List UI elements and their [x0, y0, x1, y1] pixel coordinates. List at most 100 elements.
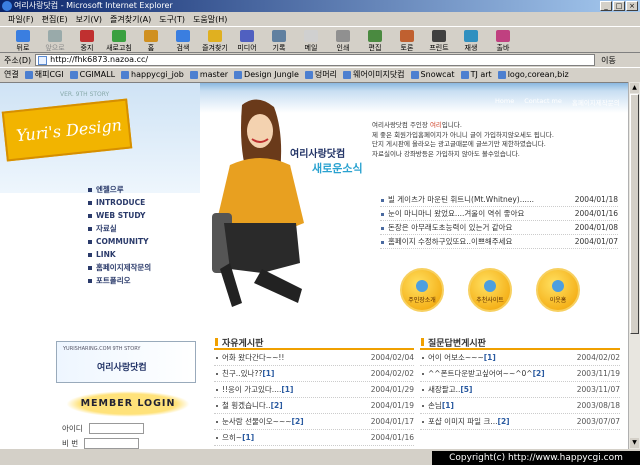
play-icon	[464, 29, 478, 42]
circle-button-0[interactable]: 주인장소개	[400, 268, 444, 312]
menu-help[interactable]: 도움말(H)	[193, 14, 227, 25]
toolbar-button-9[interactable]: 메일	[296, 27, 326, 53]
toolbar-button-1[interactable]: 앞으로	[40, 27, 70, 53]
address-input[interactable]: http://fhk6873.nazoa.cc/	[35, 54, 596, 66]
toolbar-button-label: 토론	[400, 43, 414, 52]
top-link-request[interactable]: 홈페이지제작문의	[572, 97, 620, 107]
close-button[interactable]: ×	[626, 1, 638, 11]
notice-title: 눈이 마니마니 왔었요....겨울이 역쉬 좋아요	[388, 209, 525, 218]
free-board-title[interactable]: 자유게시판	[214, 336, 414, 350]
browser-toolbar: 뒤로 앞으로 중지 새로고침 홈 검색 즐겨찾기 미디어 기록 메일 인쇄 편집 토론 프린트 재생 출바	[0, 26, 640, 53]
menu-edit[interactable]: 편집(E)	[42, 14, 68, 25]
post-title: 으히~	[222, 433, 243, 442]
bar-icon	[496, 29, 510, 42]
board-post[interactable]: 철 횡겠습니다..[2] 2004/01/19	[214, 398, 414, 414]
circle-button-2[interactable]: 이웃홈	[536, 268, 580, 312]
toolbar-button-15[interactable]: 출바	[488, 27, 518, 53]
post-comment-count: [2]	[291, 417, 304, 426]
board-post[interactable]: 손님[1] 2003/08/18	[420, 398, 620, 414]
nav-item-7[interactable]: 포트폴리오	[86, 274, 151, 287]
minimize-button[interactable]: _	[600, 1, 612, 11]
toolbar-button-0[interactable]: 뒤로	[8, 27, 38, 53]
top-link-contact[interactable]: Contact me	[524, 97, 562, 107]
link-item-5[interactable]: 덩머리	[304, 69, 337, 80]
toolbar-button-8[interactable]: 기록	[264, 27, 294, 53]
link-item-9[interactable]: logo,corean,biz	[497, 70, 569, 79]
maximize-button[interactable]: □	[613, 1, 625, 11]
window-title: 여리사랑닷컴 - Microsoft Internet Explorer	[14, 1, 173, 10]
toolbar-button-14[interactable]: 재생	[456, 27, 486, 53]
login-pw-label: 비 번	[62, 439, 79, 448]
menu-tools[interactable]: 도구(T)	[159, 14, 185, 25]
address-label: 주소(D)	[4, 55, 32, 65]
link-item-8[interactable]: TJ art	[460, 70, 492, 79]
circle-button-1[interactable]: 추천사이트	[468, 268, 512, 312]
post-title: 손님	[428, 401, 442, 410]
board-post[interactable]: 눈사람 선물이오~~~[2] 2004/01/17	[214, 414, 414, 430]
nav-item-4[interactable]: COMMUNITY	[86, 235, 151, 248]
toolbar-button-11[interactable]: 편집	[360, 27, 390, 53]
nav-item-0[interactable]: 엔젤으루	[86, 183, 151, 196]
notice-item[interactable]: 눈이 마니마니 왔었요....겨울이 역쉬 좋아요 2004/01/16	[380, 207, 618, 221]
link-item-3[interactable]: master	[189, 70, 228, 79]
board-post[interactable]: !!응이 가고있다....[1] 2004/01/29	[214, 382, 414, 398]
menu-view[interactable]: 보기(V)	[76, 14, 102, 25]
nav-item-6[interactable]: 홈페이지제작문의	[86, 261, 151, 274]
login-pw-input[interactable]	[84, 438, 140, 449]
toolbar-button-2[interactable]: 중지	[72, 27, 102, 53]
link-item-1[interactable]: CGIMALL	[69, 70, 115, 79]
vertical-scrollbar[interactable]: ▲ ▼	[628, 82, 640, 449]
board-post[interactable]: 어이 어보소~~~[1] 2004/02/02	[420, 350, 620, 366]
post-comment-count: [1]	[441, 401, 454, 410]
board-post[interactable]: 새장팔고..[5] 2003/11/07	[420, 382, 620, 398]
link-item-7[interactable]: Snowcat	[410, 70, 455, 79]
link-item-0[interactable]: 해피CGI	[24, 69, 64, 80]
nav-item-3[interactable]: 자료실	[86, 222, 151, 235]
nav-item-2[interactable]: WEB STUDY	[86, 209, 151, 222]
post-title-wrap: ^^폰트다운받고싶어여~~^0^[2]	[428, 366, 545, 381]
menu-favorites[interactable]: 즐겨찾기(A)	[110, 14, 151, 25]
toolbar-button-label: 중지	[80, 43, 94, 52]
post-comment-count: [1]	[262, 369, 275, 378]
top-link-home[interactable]: Home	[495, 97, 514, 107]
link-item-6[interactable]: 웨어이미지닷컴	[343, 69, 405, 80]
site-banner[interactable]: YURISHARING.COM 9TH STORY 여리사랑닷컴	[56, 341, 196, 383]
copyright-label: Copyright(c) http://www.happycgi.com	[432, 451, 640, 465]
toolbar-button-7[interactable]: 미디어	[232, 27, 262, 53]
nav-item-5[interactable]: LINK	[86, 248, 151, 261]
nav-item-1[interactable]: INTRODUCE	[86, 196, 151, 209]
scroll-up-icon[interactable]: ▲	[630, 83, 639, 93]
link-item-4[interactable]: Design Jungle	[234, 70, 299, 79]
pencil-icon	[552, 280, 564, 292]
board-post[interactable]: ^^폰트다운받고싶어여~~^0^[2] 2003/11/19	[420, 366, 620, 382]
notice-item[interactable]: 돈장은 아무래도초능력이 있는거 같아요 2004/01/08	[380, 221, 618, 235]
links-label: 연결	[4, 70, 19, 79]
notice-item[interactable]: 빌 게이츠가 마운틴 휘트니(Mt.Whitney)...... 2004/01/…	[380, 193, 618, 207]
board-post[interactable]: 친구..있나??[1] 2004/02/02	[214, 366, 414, 382]
notice-item[interactable]: 홈페이지 수정하구있또요..이쁘해주세요 2004/01/07	[380, 235, 618, 249]
toolbar-button-6[interactable]: 즐겨찾기	[200, 27, 230, 53]
post-date: 2003/08/18	[576, 401, 620, 410]
notice-date: 2004/01/18	[574, 195, 618, 204]
toolbar-button-3[interactable]: 새로고침	[104, 27, 134, 53]
qa-board-title[interactable]: 질문답변게시판	[420, 336, 620, 350]
link-page-icon	[121, 70, 130, 79]
toolbar-button-label: 미디어	[237, 43, 257, 52]
go-button[interactable]: 이동	[601, 55, 616, 66]
mail-icon	[304, 29, 318, 42]
scroll-thumb[interactable]	[630, 94, 639, 334]
board-post[interactable]: 어화 왔다간다~~!! 2004/02/04	[214, 350, 414, 366]
media-icon	[240, 29, 254, 42]
toolbar-button-12[interactable]: 토론	[392, 27, 422, 53]
board-post[interactable]: 으히~[1] 2004/01/16	[214, 430, 414, 446]
menu-file[interactable]: 파일(F)	[8, 14, 34, 25]
scroll-down-icon[interactable]: ▼	[630, 438, 639, 448]
toolbar-button-5[interactable]: 검색	[168, 27, 198, 53]
toolbar-button-4[interactable]: 홈	[136, 27, 166, 53]
link-item-2[interactable]: happycgi_job	[121, 70, 184, 79]
login-id-input[interactable]	[88, 423, 144, 434]
toolbar-button-10[interactable]: 인쇄	[328, 27, 358, 53]
board-post[interactable]: 포샵 이미지 파일 크...[2] 2003/07/07	[420, 414, 620, 430]
toolbar-button-13[interactable]: 프린트	[424, 27, 454, 53]
toolbar-button-label: 편집	[368, 43, 382, 52]
